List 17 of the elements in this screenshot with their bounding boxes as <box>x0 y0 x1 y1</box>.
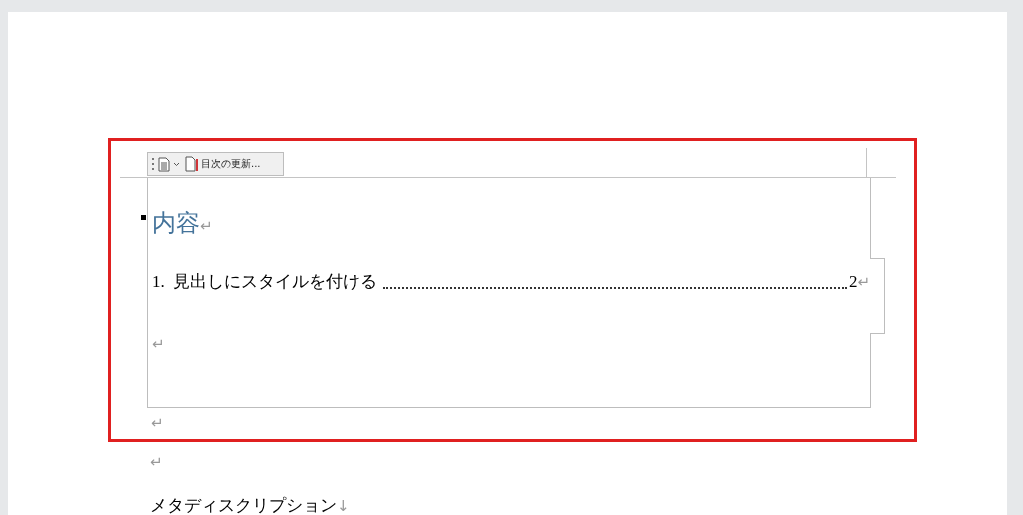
grip-icon <box>151 157 155 171</box>
entry-number: 1. <box>152 272 165 292</box>
chevron-down-icon[interactable] <box>173 161 180 167</box>
body-text: メタディスクリプション <box>150 496 337 515</box>
paragraph-mark: ↵ <box>200 217 213 237</box>
entry-title: 見出しにスタイルを付ける <box>172 271 377 293</box>
line-break-mark: ↓ <box>337 497 350 515</box>
square-marker <box>141 215 146 220</box>
page-number: 2 <box>848 272 858 292</box>
document-icon[interactable] <box>158 156 170 172</box>
paragraph-mark: ↵ <box>857 273 870 291</box>
update-table-button[interactable]: 目次の更新... <box>183 156 263 172</box>
paragraph-mark: ↵ <box>151 414 164 432</box>
document-alert-icon <box>185 156 199 172</box>
paragraph-mark: ↵ <box>152 335 165 353</box>
paragraph-mark: ↵ <box>150 453 163 471</box>
toc-heading: 内容 <box>152 209 200 238</box>
